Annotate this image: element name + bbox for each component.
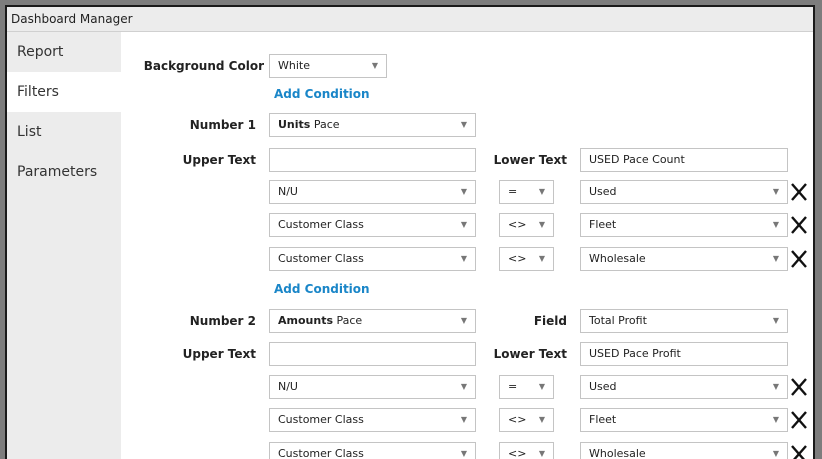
- close-icon[interactable]: [789, 248, 809, 270]
- condition-operator-value: =: [508, 380, 518, 393]
- condition-field-select[interactable]: N/U ▼: [269, 375, 476, 399]
- condition-field-value: N/U: [278, 185, 298, 198]
- chevron-down-icon: ▼: [460, 382, 467, 391]
- condition-operator-value: <>: [508, 252, 527, 265]
- chevron-down-icon: ▼: [538, 254, 545, 263]
- sidebar-item-list[interactable]: List: [7, 112, 121, 152]
- condition-value-select[interactable]: Fleet ▼: [580, 408, 788, 432]
- number1-type-select[interactable]: Units Pace ▼: [269, 113, 476, 137]
- sidebar-item-filters[interactable]: Filters: [7, 72, 121, 112]
- close-icon[interactable]: [789, 181, 809, 203]
- number2-label: Number 2: [189, 314, 256, 328]
- condition-value-text: Used: [589, 380, 617, 393]
- chevron-down-icon: ▼: [772, 415, 779, 424]
- condition-field-select[interactable]: Customer Class ▼: [269, 442, 476, 459]
- condition-operator-select[interactable]: = ▼: [499, 180, 554, 204]
- condition-value-text: Wholesale: [589, 447, 646, 459]
- number1-upper-text-input[interactable]: [269, 148, 476, 172]
- chevron-down-icon: ▼: [460, 120, 467, 129]
- close-icon[interactable]: [789, 443, 809, 459]
- background-color-value: White: [278, 59, 310, 72]
- condition-value-text: Fleet: [589, 218, 617, 231]
- condition-value-select[interactable]: Wholesale ▼: [580, 247, 788, 271]
- condition-value-select[interactable]: Used ▼: [580, 180, 788, 204]
- window-title: Dashboard Manager: [7, 7, 813, 32]
- chevron-down-icon: ▼: [538, 382, 545, 391]
- background-color-select[interactable]: White ▼: [269, 54, 387, 78]
- chevron-down-icon: ▼: [371, 61, 378, 70]
- condition-value-select[interactable]: Fleet ▼: [580, 213, 788, 237]
- close-icon[interactable]: [789, 409, 809, 431]
- chevron-down-icon: ▼: [772, 220, 779, 229]
- add-condition-link[interactable]: Add Condition: [274, 86, 370, 102]
- condition-field-select[interactable]: N/U ▼: [269, 180, 476, 204]
- sidebar-item-parameters[interactable]: Parameters: [7, 152, 121, 192]
- condition-field-value: Customer Class: [278, 447, 364, 459]
- number1-label: Number 1: [189, 118, 256, 132]
- chevron-down-icon: ▼: [460, 316, 467, 325]
- condition-field-select[interactable]: Customer Class ▼: [269, 247, 476, 271]
- condition-value-text: Fleet: [589, 413, 617, 426]
- number2-lower-text-input[interactable]: USED Pace Profit: [580, 342, 788, 366]
- sidebar-item-report[interactable]: Report: [7, 32, 121, 72]
- chevron-down-icon: ▼: [538, 415, 545, 424]
- chevron-down-icon: ▼: [772, 254, 779, 263]
- number1-type-bold: Units: [278, 118, 311, 131]
- dashboard-manager-window: Dashboard Manager Report Filters List Pa…: [5, 5, 815, 459]
- filters-panel: Background Color White ▼ Add Condition N…: [121, 32, 813, 459]
- number1-upper-text-label: Upper Text: [182, 153, 256, 167]
- condition-field-select[interactable]: Customer Class ▼: [269, 213, 476, 237]
- chevron-down-icon: ▼: [772, 382, 779, 391]
- chevron-down-icon: ▼: [772, 187, 779, 196]
- condition-operator-select[interactable]: <> ▼: [499, 247, 554, 271]
- chevron-down-icon: ▼: [460, 187, 467, 196]
- chevron-down-icon: ▼: [538, 220, 545, 229]
- condition-operator-select[interactable]: <> ▼: [499, 408, 554, 432]
- chevron-down-icon: ▼: [460, 254, 467, 263]
- condition-value-select[interactable]: Wholesale ▼: [580, 442, 788, 459]
- chevron-down-icon: ▼: [538, 449, 545, 458]
- chevron-down-icon: ▼: [460, 449, 467, 458]
- number1-lower-text-label: Lower Text: [493, 153, 567, 167]
- condition-field-value: Customer Class: [278, 252, 364, 265]
- background-color-label: Background Color: [143, 59, 264, 73]
- condition-operator-value: <>: [508, 413, 527, 426]
- condition-operator-select[interactable]: <> ▼: [499, 442, 554, 459]
- condition-operator-value: <>: [508, 218, 527, 231]
- number2-field-value: Total Profit: [589, 314, 647, 327]
- number2-upper-text-label: Upper Text: [182, 347, 256, 361]
- close-icon[interactable]: [789, 214, 809, 236]
- condition-operator-value: =: [508, 185, 518, 198]
- number2-field-label: Field: [533, 314, 567, 328]
- condition-operator-select[interactable]: <> ▼: [499, 213, 554, 237]
- condition-field-value: N/U: [278, 380, 298, 393]
- condition-value-text: Wholesale: [589, 252, 646, 265]
- sidebar: Report Filters List Parameters: [7, 32, 121, 459]
- number2-upper-text-input[interactable]: [269, 342, 476, 366]
- number2-type-select[interactable]: Amounts Pace ▼: [269, 309, 476, 333]
- add-condition-link[interactable]: Add Condition: [274, 281, 370, 297]
- condition-value-select[interactable]: Used ▼: [580, 375, 788, 399]
- chevron-down-icon: ▼: [772, 449, 779, 458]
- condition-field-value: Customer Class: [278, 218, 364, 231]
- condition-value-text: Used: [589, 185, 617, 198]
- condition-field-value: Customer Class: [278, 413, 364, 426]
- condition-field-select[interactable]: Customer Class ▼: [269, 408, 476, 432]
- number1-lower-text-input[interactable]: USED Pace Count: [580, 148, 788, 172]
- number2-field-select[interactable]: Total Profit ▼: [580, 309, 788, 333]
- close-icon[interactable]: [789, 376, 809, 398]
- number2-lower-text-label: Lower Text: [493, 347, 567, 361]
- number2-type-rest: Pace: [336, 314, 363, 327]
- condition-operator-select[interactable]: = ▼: [499, 375, 554, 399]
- condition-operator-value: <>: [508, 447, 527, 459]
- chevron-down-icon: ▼: [538, 187, 545, 196]
- number2-type-bold: Amounts: [278, 314, 333, 327]
- chevron-down-icon: ▼: [460, 415, 467, 424]
- chevron-down-icon: ▼: [772, 316, 779, 325]
- chevron-down-icon: ▼: [460, 220, 467, 229]
- number1-type-rest: Pace: [313, 118, 340, 131]
